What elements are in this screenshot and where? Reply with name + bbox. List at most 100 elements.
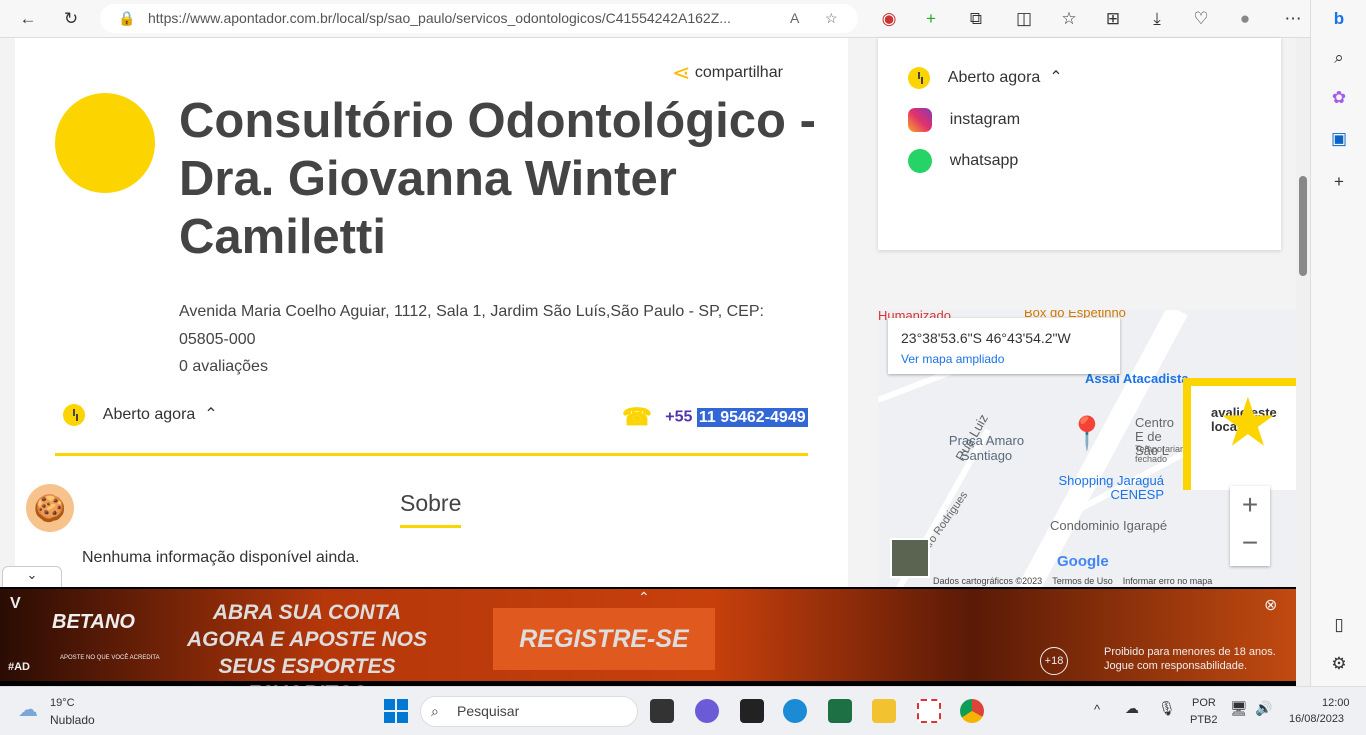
excel-icon[interactable]: [828, 699, 852, 723]
ad-logo-icon: V: [10, 595, 21, 612]
snipping-tool-icon[interactable]: [917, 699, 941, 723]
chevron-up-icon: ⌃: [204, 406, 218, 424]
clock-date[interactable]: 16/08/2023: [1289, 713, 1344, 725]
read-aloud-icon[interactable]: A: [790, 4, 799, 33]
scrollbar-thumb[interactable]: [1299, 176, 1307, 276]
opening-hours-toggle[interactable]: Aberto agora ⌃: [908, 67, 1063, 89]
clock-icon: [63, 404, 85, 426]
share-label: compartilhar: [694, 64, 783, 82]
weather-desc[interactable]: Nublado: [50, 713, 95, 727]
search-icon[interactable]: ⌕: [1327, 46, 1351, 70]
collapse-button[interactable]: ⌄: [2, 566, 62, 588]
tracking-icon[interactable]: ◉: [878, 8, 900, 30]
taskbar-search[interactable]: ⌕ Pesquisar: [420, 696, 638, 727]
ad-hashtag: #AD: [8, 661, 31, 673]
about-heading: Sobre: [400, 490, 462, 528]
health-icon[interactable]: ♡: [1190, 8, 1212, 30]
ad-brand: BETANO: [52, 611, 135, 633]
start-icon[interactable]: [384, 699, 408, 723]
review-count[interactable]: 0 avaliações: [179, 358, 268, 376]
instagram-icon: [908, 108, 932, 132]
collections-icon[interactable]: ⊞: [1102, 8, 1124, 30]
business-logo: [55, 93, 155, 193]
teams-icon[interactable]: [695, 699, 719, 723]
add-icon[interactable]: +: [920, 8, 942, 30]
google-logo: Google: [1057, 553, 1109, 570]
divider: [55, 453, 808, 456]
onedrive-icon[interactable]: ☁: [1125, 700, 1139, 717]
scrollbar[interactable]: [1296, 38, 1310, 687]
map[interactable]: Humanizado Box do Espetinho Assaí Atacad…: [878, 310, 1296, 590]
edge-icon[interactable]: [783, 699, 807, 723]
whatsapp-label: whatsapp: [949, 152, 1019, 170]
task-view-icon[interactable]: [650, 699, 674, 723]
search-icon: ⌕: [431, 703, 439, 719]
address: Avenida Maria Coelho Aguiar, 1112, Sala …: [179, 303, 764, 348]
language-code[interactable]: POR: [1192, 697, 1216, 709]
more-icon[interactable]: ⋯: [1282, 8, 1304, 30]
downloads-icon[interactable]: ⤓: [1146, 8, 1168, 30]
zoom-in-button[interactable]: +: [1230, 486, 1270, 524]
split-screen-icon[interactable]: ◫: [1013, 8, 1035, 30]
share-icon: ⋖: [672, 60, 691, 85]
coordinates-box: 23°38'53.6"S 46°43'54.2"W Ver mapa amplia…: [888, 318, 1120, 374]
coordinates: 23°38'53.6"S 46°43'54.2"W: [901, 330, 1071, 346]
instagram-link[interactable]: instagram: [908, 108, 1020, 132]
enlarge-map-link[interactable]: Ver mapa ampliado: [901, 352, 1107, 366]
phone-link[interactable]: ☎ +55 11 95462-4949: [622, 403, 808, 432]
ad-banner[interactable]: V #AD BETANO APOSTE NO QUE VOCÊ ACREDITA…: [0, 587, 1296, 705]
clock-time[interactable]: 12:00: [1322, 697, 1350, 709]
microphone-icon[interactable]: 🎙: [1158, 700, 1176, 717]
share-button[interactable]: ⋖ compartilhar: [672, 60, 783, 86]
weather-temp[interactable]: 19°C: [50, 697, 75, 709]
location-pin-icon: 📍: [1067, 415, 1107, 451]
open-status: Aberto agora: [947, 69, 1041, 87]
chevron-up-icon[interactable]: ^: [1094, 702, 1100, 717]
phone-icon: ☎: [622, 404, 652, 431]
back-icon[interactable]: ←: [17, 8, 39, 30]
register-button[interactable]: REGISTRE-SE: [493, 608, 715, 670]
search-placeholder: Pesquisar: [457, 703, 520, 719]
outlook-icon[interactable]: ▣: [1327, 127, 1351, 151]
page-title: Consultório Odontológico - Dra. Giovanna…: [179, 94, 816, 264]
extensions-icon[interactable]: ⧉: [965, 8, 987, 30]
favorites-icon[interactable]: ☆: [1058, 8, 1080, 30]
clock-icon: [908, 67, 930, 89]
report-error-link[interactable]: Informar erro no mapa: [1123, 576, 1213, 586]
ad-tagline: APOSTE NO QUE VOCÊ ACREDITA: [60, 655, 160, 661]
whatsapp-icon: [908, 149, 932, 173]
url-text: https://www.apontador.com.br/local/sp/sa…: [148, 10, 731, 26]
zoom-out-button[interactable]: −: [1230, 524, 1270, 562]
edge-sidebar: b ⌕ ✿ ▣ + ▯ ⚙: [1310, 0, 1366, 686]
cookie-settings-button[interactable]: 🍪: [26, 484, 74, 532]
network-icon[interactable]: 🖥: [1230, 700, 1248, 717]
sticky-notes-icon[interactable]: [740, 699, 764, 723]
lock-icon: 🔒: [118, 10, 136, 26]
whatsapp-link[interactable]: whatsapp: [908, 149, 1018, 173]
satellite-toggle[interactable]: [890, 538, 930, 578]
age-badge: +18: [1040, 647, 1068, 675]
bing-icon[interactable]: b: [1327, 7, 1351, 31]
keyboard-layout[interactable]: PTB2: [1190, 714, 1218, 726]
refresh-icon[interactable]: ↻: [60, 8, 82, 30]
about-text: Nenhuma informação disponível ainda.: [82, 549, 360, 566]
expand-up-icon[interactable]: ⌃: [638, 589, 650, 606]
profile-icon[interactable]: ●: [1234, 8, 1256, 30]
chrome-icon[interactable]: [960, 699, 984, 723]
volume-icon[interactable]: 🔊: [1255, 700, 1272, 717]
rate-place-button[interactable]: avalie este local ★: [1183, 378, 1296, 490]
phone-prefix: +55: [665, 408, 693, 426]
terms-link[interactable]: Termos de Uso: [1052, 576, 1113, 586]
address-bar[interactable]: 🔒 https://www.apontador.com.br/local/sp/…: [100, 4, 858, 33]
copilot-icon[interactable]: ✿: [1327, 86, 1351, 110]
favorite-star-icon[interactable]: ☆: [825, 4, 838, 33]
close-ad-icon[interactable]: ⊗: [1264, 595, 1277, 615]
settings-gear-icon[interactable]: ⚙: [1327, 652, 1351, 676]
map-label: Shopping Jaraguá CENESP: [1058, 473, 1164, 502]
ad-warning: Proibido para menores de 18 anos. Jogue …: [1104, 646, 1276, 672]
add-icon[interactable]: +: [1327, 170, 1351, 194]
cloud-icon: ☁: [18, 699, 38, 721]
file-explorer-icon[interactable]: [872, 699, 896, 723]
opening-hours-toggle[interactable]: Aberto agora ⌃: [63, 404, 218, 426]
sidebar-layout-icon[interactable]: ▯: [1327, 613, 1351, 637]
